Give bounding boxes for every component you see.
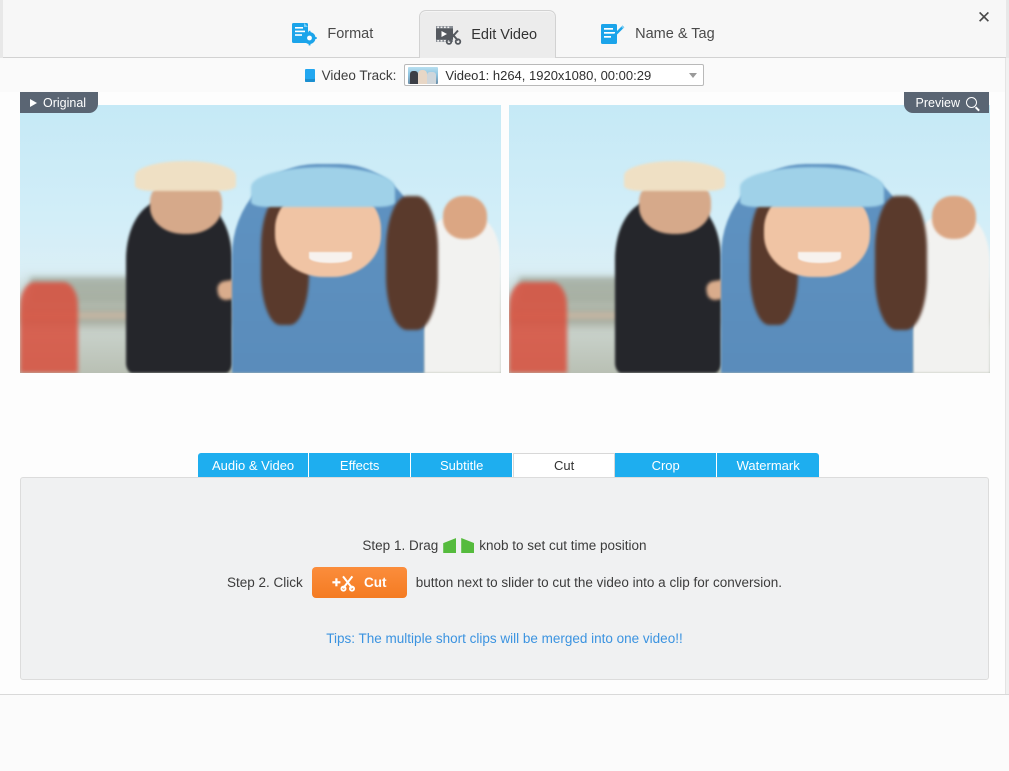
panel-tab-subtitle-label: Subtitle [439,458,484,473]
panel-tab-watermark-label: Watermark [736,458,800,473]
tab-format[interactable]: Format [276,10,391,58]
original-badge-label: Original [43,95,87,110]
cut-tips: Tips: The multiple short clips will be m… [326,631,683,646]
play-triangle-icon [30,98,37,107]
cut-panel: Step 1. Drag knob to set cut time positi… [20,477,989,680]
footer: Cancel Done [0,695,1009,771]
preview-badge-label: Preview [915,95,960,110]
magnifier-icon [966,97,977,108]
document-pencil-icon [598,21,626,47]
panel-tab-audio-video[interactable]: Audio & Video [198,453,310,478]
close-icon[interactable]: ✕ [967,2,1001,32]
panel-tab-subtitle[interactable]: Subtitle [411,453,514,478]
cut-button-illustration-label: Cut [364,575,387,590]
panel-tab-cut[interactable]: Cut [513,453,616,478]
video-track-row: Video Track: Video1: h264, 1920x1080, 00… [0,58,1009,92]
original-video-frame [20,105,501,373]
timeline: 00:00:25 00:00:05 00:00:12 00:00:29 [0,382,1009,771]
edit-video-dialog: Format Edit Video Name & Tag ✕ Video Tra… [0,0,1009,771]
panel-tab-audio-video-label: Audio & Video [212,458,295,473]
cut-start-knob-icon [443,538,457,553]
cut-step-2-prefix: Step 2. Click [227,575,303,590]
chevron-down-icon[interactable] [689,73,698,78]
preview-badge: Preview [903,92,989,113]
plus-scissors-icon [332,574,356,592]
document-gear-icon [290,21,318,47]
cut-step-2-suffix: button next to slider to cut the video i… [415,575,782,590]
video-track-label-group: Video Track: [304,67,397,83]
original-video-preview[interactable] [20,105,501,373]
preview-area: Original Preview [0,92,1009,382]
cut-step-1-suffix: knob to set cut time position [479,538,647,553]
cut-step-1-prefix: Step 1. Drag [362,538,439,553]
cut-step-1: Step 1. Drag knob to set cut time positi… [21,538,988,553]
tab-name-and-tag[interactable]: Name & Tag [584,10,733,58]
cut-button-illustration: Cut [311,567,407,598]
cut-step-2: Step 2. Click Cut button next to slider … [21,567,988,598]
edit-panel-tabs: Audio & Video Effects Subtitle Cut Crop … [198,453,820,478]
panel-tab-cut-label: Cut [554,458,575,473]
cut-end-knob-icon [461,538,475,553]
top-tab-bar: Format Edit Video Name & Tag ✕ [0,0,1009,59]
right-edge-rail [1005,58,1009,694]
tab-format-label: Format [327,26,374,42]
video-thumbnail-icon [408,66,439,84]
panel-tab-effects-label: Effects [339,458,380,473]
panel-tab-crop[interactable]: Crop [615,453,718,478]
tab-edit-video[interactable]: Edit Video [419,10,557,59]
panel-tab-crop-label: Crop [651,458,680,473]
tab-edit-video-label: Edit Video [471,26,538,43]
preview-video-frame [509,105,990,373]
video-track-selected-value: Video1: h264, 1920x1080, 00:00:29 [445,67,652,83]
preview-video-preview[interactable] [509,105,990,373]
film-scissors-icon [434,22,462,48]
video-track-label: Video Track: [321,67,397,83]
video-track-select[interactable]: Video1: h264, 1920x1080, 00:00:29 [404,64,705,86]
video-track-icon [304,68,315,82]
panel-tab-watermark[interactable]: Watermark [717,453,820,478]
tab-name-and-tag-label: Name & Tag [635,26,715,42]
original-badge: Original [20,92,99,113]
panel-tab-effects[interactable]: Effects [309,453,412,478]
